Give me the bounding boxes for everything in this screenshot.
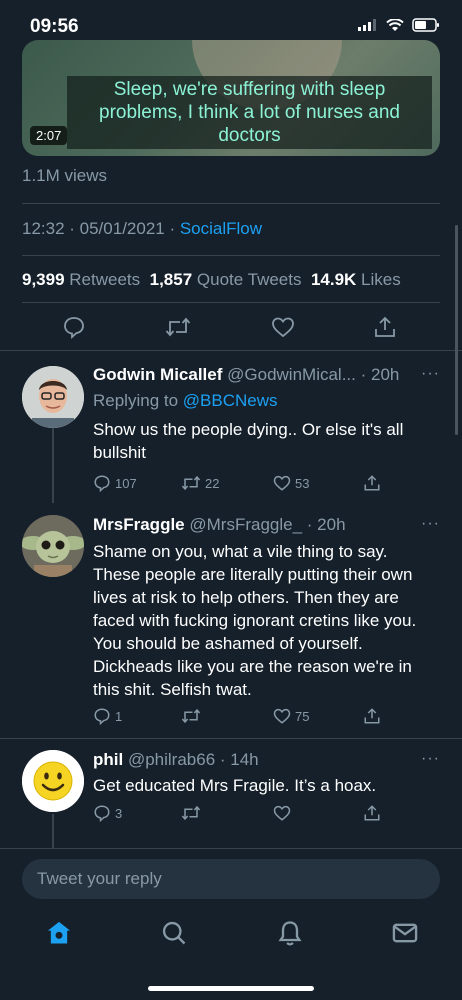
likes-stat[interactable]: 14.9K Likes xyxy=(311,270,401,289)
reply-header: phil @philrab66 · 14h xyxy=(93,750,259,770)
share-icon xyxy=(364,708,380,724)
tab-home[interactable] xyxy=(45,919,73,952)
like-icon[interactable] xyxy=(271,315,295,339)
reply-count: 107 xyxy=(115,475,137,491)
share-button[interactable] xyxy=(363,804,381,822)
display-name[interactable]: MrsFraggle xyxy=(93,515,185,534)
reply-button[interactable]: 1 xyxy=(93,707,122,725)
retweet-icon xyxy=(181,475,201,491)
reply-icon xyxy=(94,805,110,822)
status-icons xyxy=(358,18,440,32)
retweets-stat[interactable]: 9,399 Retweets xyxy=(22,270,140,289)
reply-tweet[interactable]: phil @philrab66 · 14h ··· Get educated M… xyxy=(0,738,462,848)
divider xyxy=(22,302,440,303)
tweet-timestamp: 12:32 · 05/01/2021 · SocialFlow xyxy=(22,219,262,239)
tweet-stats: 9,399 Retweets 1,857 Quote Tweets 14.9K … xyxy=(22,270,401,290)
tweet-date: 12:32 · 05/01/2021 · xyxy=(22,219,180,238)
user-handle[interactable]: @GodwinMical... xyxy=(227,365,356,384)
avatar[interactable] xyxy=(22,366,84,428)
home-icon xyxy=(47,921,71,944)
replying-to: Replying to @BBCNews xyxy=(93,391,278,410)
reply-tweet[interactable]: MrsFraggle @MrsFraggle_ · 20h ··· Shame … xyxy=(0,505,462,740)
signal-icon xyxy=(358,19,376,31)
divider xyxy=(22,203,440,204)
reply-text: Get educated Mrs Fragile. It’s a hoax. xyxy=(93,776,377,795)
quote-tweets-stat[interactable]: 1,857 Quote Tweets xyxy=(150,270,302,289)
display-name[interactable]: phil xyxy=(93,750,123,769)
retweet-icon xyxy=(181,805,201,821)
thread-line xyxy=(52,428,54,503)
battery-icon xyxy=(412,18,439,32)
like-icon xyxy=(273,475,291,491)
reply-actions: 1 75 xyxy=(93,707,393,727)
reply-icon xyxy=(94,708,110,725)
tab-messages[interactable] xyxy=(391,919,419,952)
like-count: 75 xyxy=(295,708,310,724)
reply-time: · 20h xyxy=(306,515,346,534)
wifi-icon xyxy=(386,18,404,31)
more-options-icon[interactable]: ··· xyxy=(421,750,440,768)
reply-count: 1 xyxy=(115,708,123,724)
reply-text: Show us the people dying.. Or else it's … xyxy=(93,420,404,462)
user-handle[interactable]: @MrsFraggle_ xyxy=(189,515,302,534)
source-link[interactable]: SocialFlow xyxy=(180,219,262,238)
tab-notifications[interactable] xyxy=(276,919,304,952)
scrollbar[interactable] xyxy=(455,225,458,435)
retweet-button[interactable]: 22 xyxy=(181,474,219,492)
more-options-icon[interactable]: ··· xyxy=(421,515,440,533)
avatar[interactable] xyxy=(22,750,84,812)
like-count: 53 xyxy=(295,475,310,491)
reply-tweet[interactable]: Godwin Micallef @GodwinMical... · 20h ··… xyxy=(0,350,462,505)
share-button[interactable] xyxy=(363,474,381,492)
more-options-icon[interactable]: ··· xyxy=(421,365,440,383)
messages-icon xyxy=(392,923,418,943)
status-time: 09:56 xyxy=(30,16,79,37)
video-duration: 2:07 xyxy=(30,126,68,145)
reply-header: MrsFraggle @MrsFraggle_ · 20h xyxy=(93,515,346,535)
reply-time: · 20h xyxy=(360,365,400,384)
replying-to-link[interactable]: @BBCNews xyxy=(183,391,278,410)
like-icon xyxy=(273,805,291,821)
retweet-count: 22 xyxy=(205,475,220,491)
notifications-icon xyxy=(278,921,302,946)
thread-line xyxy=(52,814,54,848)
avatar[interactable] xyxy=(22,515,84,577)
retweet-button[interactable] xyxy=(181,804,205,822)
user-handle[interactable]: @philrab66 xyxy=(128,750,215,769)
share-icon xyxy=(364,475,380,491)
display-name[interactable]: Godwin Micallef xyxy=(93,365,222,384)
retweet-button[interactable] xyxy=(181,707,205,725)
reply-input[interactable]: Tweet your reply xyxy=(22,859,440,899)
share-button[interactable] xyxy=(363,707,381,725)
reply-time: · 14h xyxy=(219,750,259,769)
share-icon xyxy=(364,805,380,821)
share-icon[interactable] xyxy=(373,315,397,339)
reply-count: 3 xyxy=(115,805,123,821)
tab-search[interactable] xyxy=(160,919,188,952)
retweet-icon xyxy=(181,708,201,724)
like-button[interactable]: 53 xyxy=(273,474,309,492)
view-count: 1.1M views xyxy=(22,166,108,185)
video-player[interactable]: Sleep, we're suffering with sleep proble… xyxy=(22,40,440,156)
reply-button[interactable]: 3 xyxy=(93,804,122,822)
retweet-icon[interactable] xyxy=(165,315,191,339)
reply-icon xyxy=(94,475,110,492)
reply-text: Shame on you, what a vile thing to say. … xyxy=(93,542,417,699)
like-icon xyxy=(273,708,291,724)
like-button[interactable] xyxy=(273,804,295,822)
home-indicator xyxy=(148,986,314,991)
bottom-panel: Tweet your reply xyxy=(0,848,462,1000)
reply-header: Godwin Micallef @GodwinMical... · 20h xyxy=(93,365,399,385)
reply-icon[interactable] xyxy=(62,315,86,339)
reply-actions: 3 xyxy=(93,804,393,824)
like-button[interactable]: 75 xyxy=(273,707,309,725)
divider xyxy=(22,255,440,256)
tab-bar xyxy=(0,919,462,955)
search-icon xyxy=(162,921,186,945)
tweet-actions xyxy=(22,315,440,341)
reply-button[interactable]: 107 xyxy=(93,474,137,492)
reply-actions: 107 22 53 xyxy=(93,474,393,494)
video-caption: Sleep, we're suffering with sleep proble… xyxy=(67,76,432,149)
